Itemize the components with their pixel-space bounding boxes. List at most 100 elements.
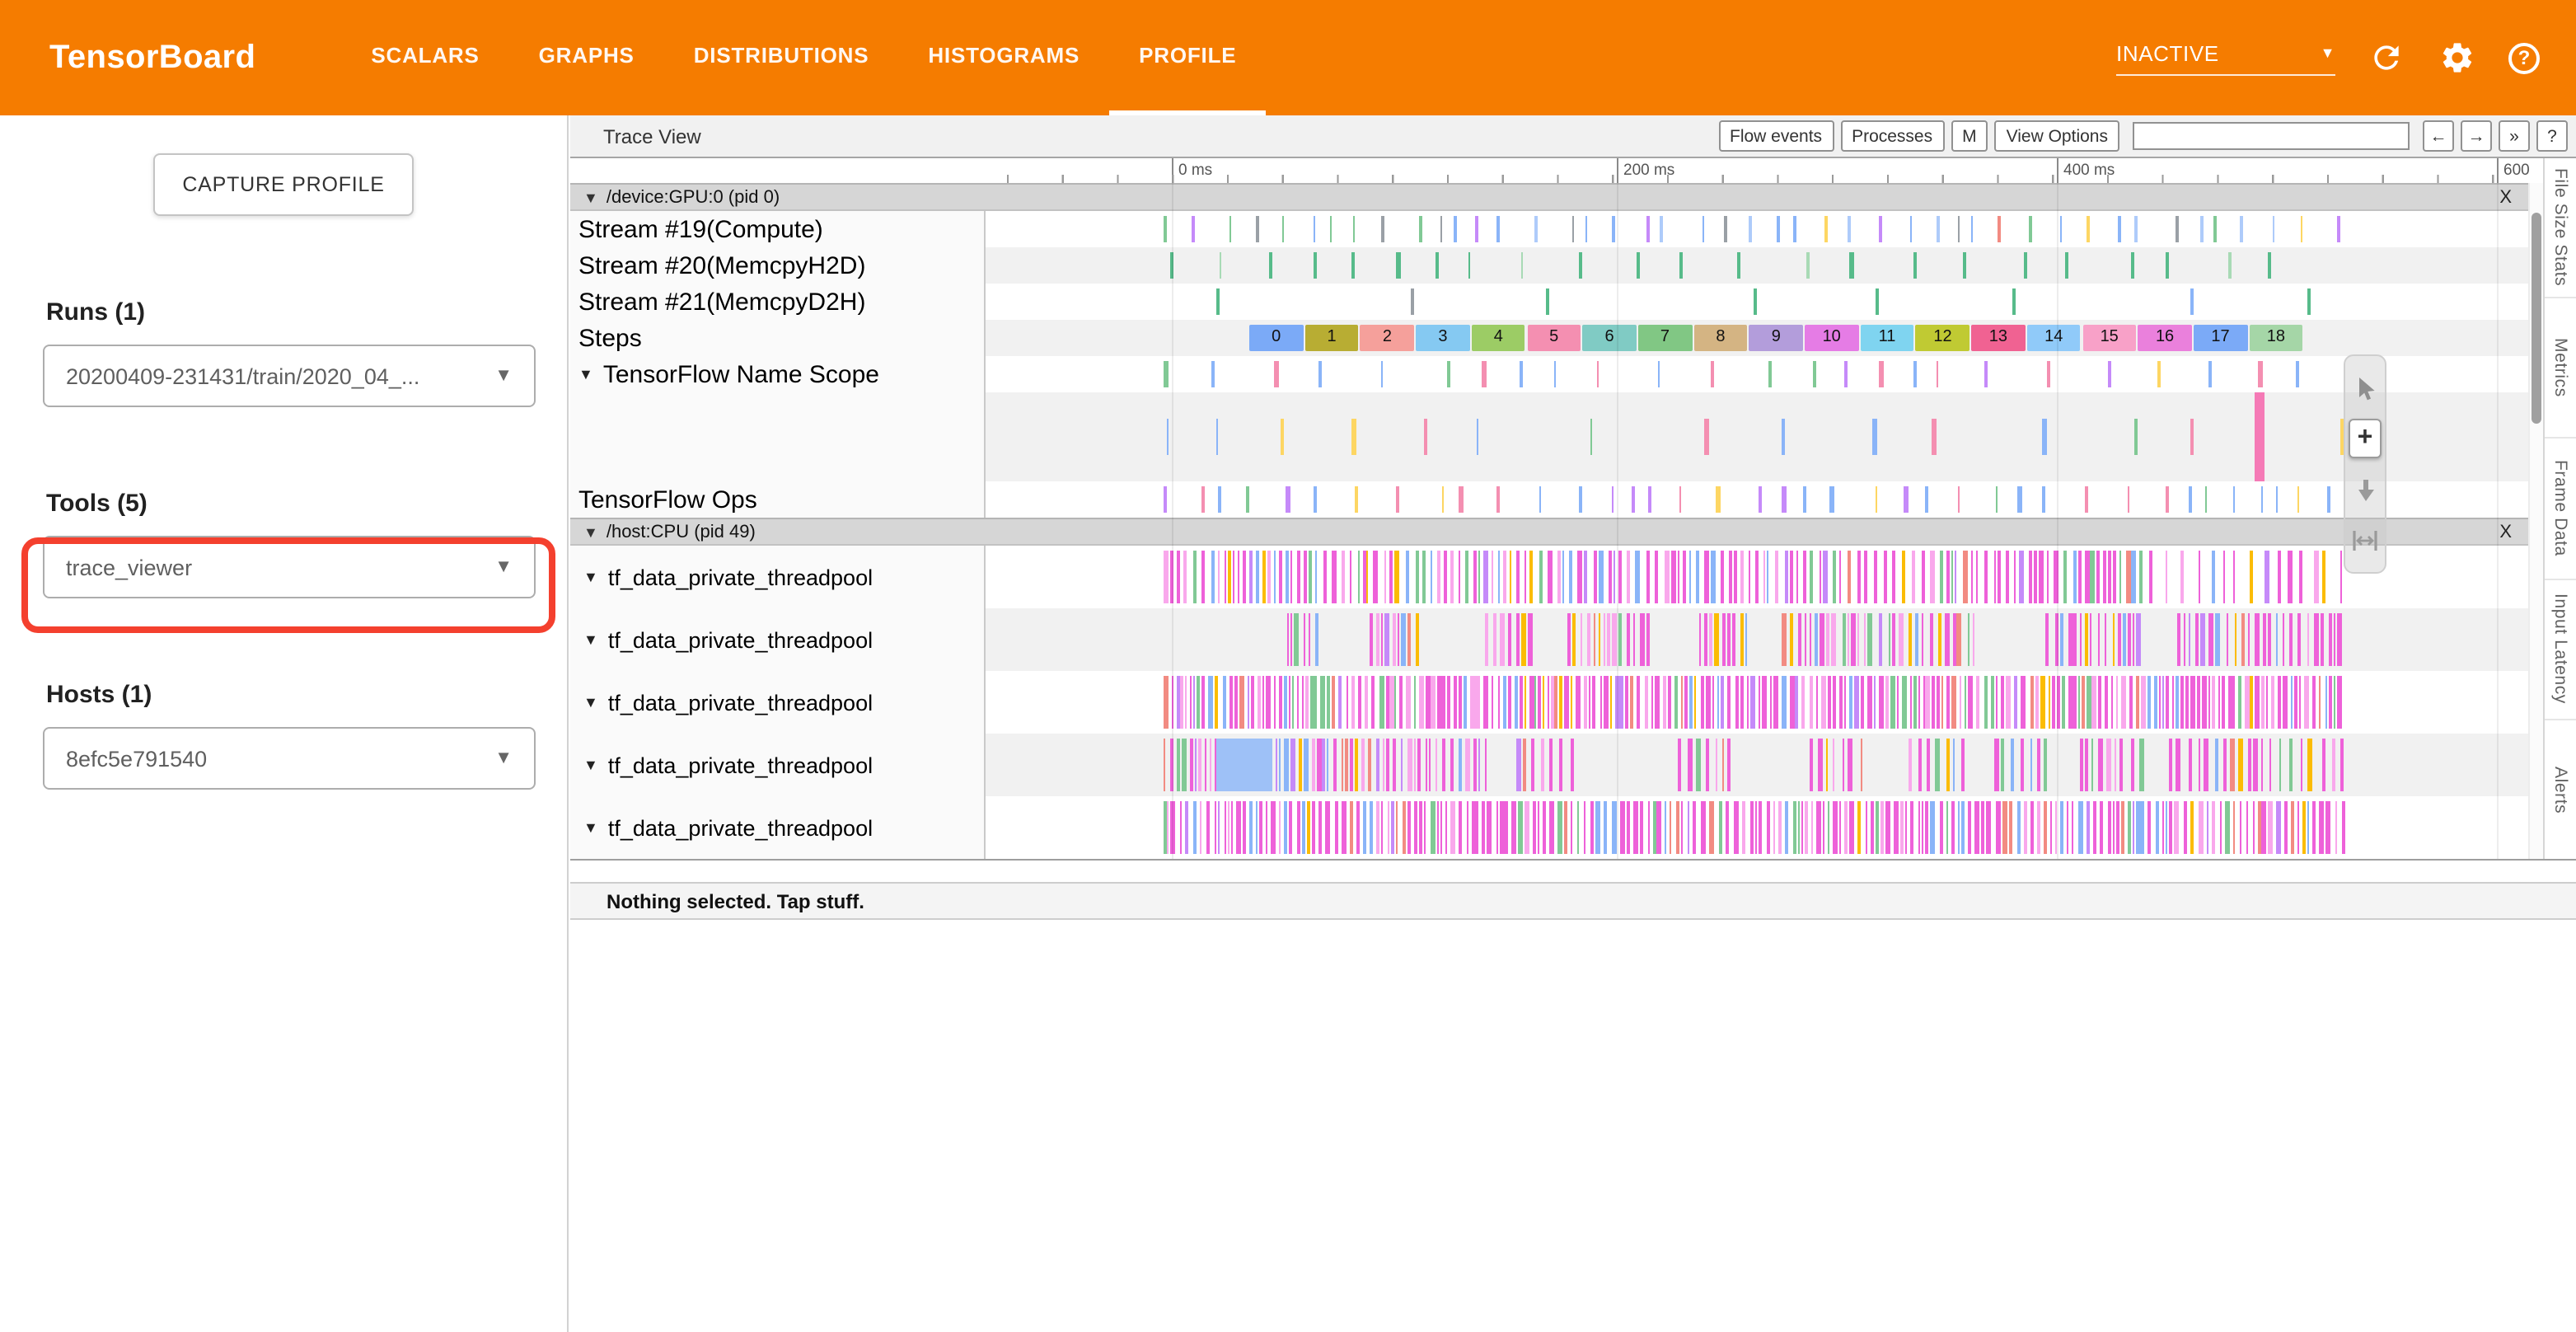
- trace-event-tick: [1834, 801, 1837, 854]
- runs-dropdown[interactable]: 20200409-231431/train/2020_04_... ▼: [43, 345, 536, 407]
- step-block[interactable]: 3: [1416, 325, 1469, 351]
- toolbar-button-view-options[interactable]: View Options: [1995, 120, 2119, 152]
- step-block[interactable]: 10: [1805, 325, 1858, 351]
- trace-event-tick: [1459, 486, 1464, 513]
- track-timeline[interactable]: [986, 671, 2528, 734]
- collapse-arrow-icon[interactable]: ▼: [583, 523, 598, 540]
- trace-event-tick: [2282, 613, 2283, 666]
- selection-tool-button[interactable]: [2349, 368, 2382, 407]
- expand-arrow-icon[interactable]: ▼: [583, 694, 598, 711]
- trace-event-tick: [1599, 676, 1602, 729]
- close-section-button[interactable]: X: [2499, 522, 2515, 542]
- track-timeline[interactable]: [986, 284, 2528, 320]
- vertical-scrollbar[interactable]: [2528, 183, 2543, 859]
- track-label[interactable]: ▼tf_data_private_threadpool: [570, 671, 986, 734]
- toolbar-button-processes[interactable]: Processes: [1840, 120, 1944, 152]
- trace-help-button[interactable]: ?: [2536, 120, 2568, 152]
- trace-event-tick: [1533, 801, 1535, 854]
- track-timeline[interactable]: [986, 796, 2528, 859]
- status-dropdown[interactable]: INACTIVE ▼: [2116, 40, 2335, 75]
- trace-event-tick: [1648, 486, 1651, 513]
- step-block[interactable]: 18: [2249, 325, 2302, 351]
- track-label[interactable]: ▼TensorFlow Name Scope: [570, 356, 986, 392]
- track-label[interactable]: ▼tf_data_private_threadpool: [570, 546, 986, 608]
- trace-event-tick: [1189, 676, 1192, 729]
- step-block[interactable]: 1: [1304, 325, 1358, 351]
- timing-tool-button[interactable]: [2349, 521, 2382, 560]
- expand-arrow-icon[interactable]: ▼: [583, 569, 598, 585]
- track-timeline[interactable]: [986, 392, 2528, 481]
- step-block[interactable]: 12: [1916, 325, 1969, 351]
- expand-arrow-icon[interactable]: ▼: [583, 631, 598, 648]
- trace-filter-input[interactable]: [2133, 122, 2410, 150]
- expand-arrow-icon[interactable]: ▼: [583, 757, 598, 773]
- side-tab-alerts[interactable]: Alerts: [2545, 720, 2576, 859]
- track-timeline[interactable]: [986, 211, 2528, 247]
- nav-back-button[interactable]: ←: [2423, 120, 2454, 152]
- track-timeline[interactable]: [986, 481, 2528, 518]
- trace-event-tick: [2176, 739, 2180, 791]
- tab-distributions[interactable]: DISTRIBUTIONS: [664, 0, 899, 115]
- zoom-tool-button[interactable]: +: [2349, 419, 2382, 458]
- trace-event-tick: [2291, 801, 2293, 854]
- step-block[interactable]: 7: [1638, 325, 1692, 351]
- track-label[interactable]: ▼tf_data_private_threadpool: [570, 734, 986, 796]
- overflow-button[interactable]: »: [2499, 120, 2530, 152]
- step-block[interactable]: 8: [1693, 325, 1747, 351]
- toolbar-button-m[interactable]: M: [1951, 120, 1988, 152]
- step-block[interactable]: 15: [2082, 325, 2136, 351]
- trace-event-tick: [1611, 486, 1613, 513]
- toolbar-button-flow-events[interactable]: Flow events: [1718, 120, 1834, 152]
- step-block[interactable]: 14: [2027, 325, 2081, 351]
- step-block[interactable]: 4: [1472, 325, 1525, 351]
- tab-scalars[interactable]: SCALARS: [341, 0, 508, 115]
- track-timeline[interactable]: 0123456789101112131415161718: [986, 320, 2528, 356]
- tab-histograms[interactable]: HISTOGRAMS: [898, 0, 1109, 115]
- trace-event-tick: [1248, 676, 1250, 729]
- step-block[interactable]: 5: [1527, 325, 1581, 351]
- help-button[interactable]: ?: [2508, 42, 2540, 73]
- close-section-button[interactable]: X: [2499, 187, 2515, 207]
- trace-event-tick: [2091, 551, 2095, 603]
- track-timeline[interactable]: [986, 356, 2528, 392]
- step-block[interactable]: 2: [1361, 325, 1414, 351]
- trace-event-tick: [1352, 252, 1356, 279]
- expand-arrow-icon[interactable]: ▼: [583, 819, 598, 836]
- step-block[interactable]: 16: [2138, 325, 2191, 351]
- step-block[interactable]: 0: [1249, 325, 1303, 351]
- track-label[interactable]: ▼tf_data_private_threadpool: [570, 796, 986, 859]
- side-tab-frame-data[interactable]: Frame Data: [2545, 439, 2576, 579]
- trace-event-tick: [1998, 551, 2001, 603]
- pan-tool-button[interactable]: [2349, 470, 2382, 509]
- step-block[interactable]: 11: [1860, 325, 1913, 351]
- refresh-button[interactable]: [2367, 38, 2406, 77]
- trace-event-tick: [1344, 739, 1349, 791]
- step-block[interactable]: 13: [1971, 325, 2025, 351]
- tab-graphs[interactable]: GRAPHS: [509, 0, 664, 115]
- track-timeline[interactable]: [986, 546, 2528, 608]
- hosts-dropdown[interactable]: 8efc5e791540 ▼: [43, 727, 536, 790]
- tools-dropdown[interactable]: trace_viewer ▼: [43, 536, 536, 598]
- track-timeline[interactable]: [986, 734, 2528, 796]
- scrollbar-thumb[interactable]: [2532, 213, 2541, 424]
- step-block[interactable]: 9: [1749, 325, 1803, 351]
- trace-event-tick: [1396, 486, 1399, 513]
- track-timeline[interactable]: [986, 608, 2528, 671]
- collapse-arrow-icon[interactable]: ▼: [583, 189, 598, 205]
- trace-event-tick: [1332, 676, 1336, 729]
- expand-arrow-icon[interactable]: ▼: [578, 366, 593, 382]
- trace-event-tick: [1674, 676, 1677, 729]
- step-block[interactable]: 17: [2194, 325, 2247, 351]
- nav-forward-button[interactable]: →: [2461, 120, 2492, 152]
- tab-profile[interactable]: PROFILE: [1109, 0, 1266, 115]
- track-label[interactable]: ▼tf_data_private_threadpool: [570, 608, 986, 671]
- side-tab-metrics[interactable]: Metrics: [2545, 298, 2576, 439]
- step-block[interactable]: 6: [1582, 325, 1636, 351]
- side-tab-file-size-stats[interactable]: File Size Stats: [2545, 158, 2576, 298]
- capture-profile-button[interactable]: CAPTURE PROFILE: [152, 153, 414, 216]
- settings-button[interactable]: [2438, 38, 2477, 77]
- trace-event-tick: [1201, 676, 1204, 729]
- track-timeline[interactable]: [986, 247, 2528, 284]
- trace-event-tick: [1900, 801, 1904, 854]
- side-tab-input-latency[interactable]: Input Latency: [2545, 579, 2576, 720]
